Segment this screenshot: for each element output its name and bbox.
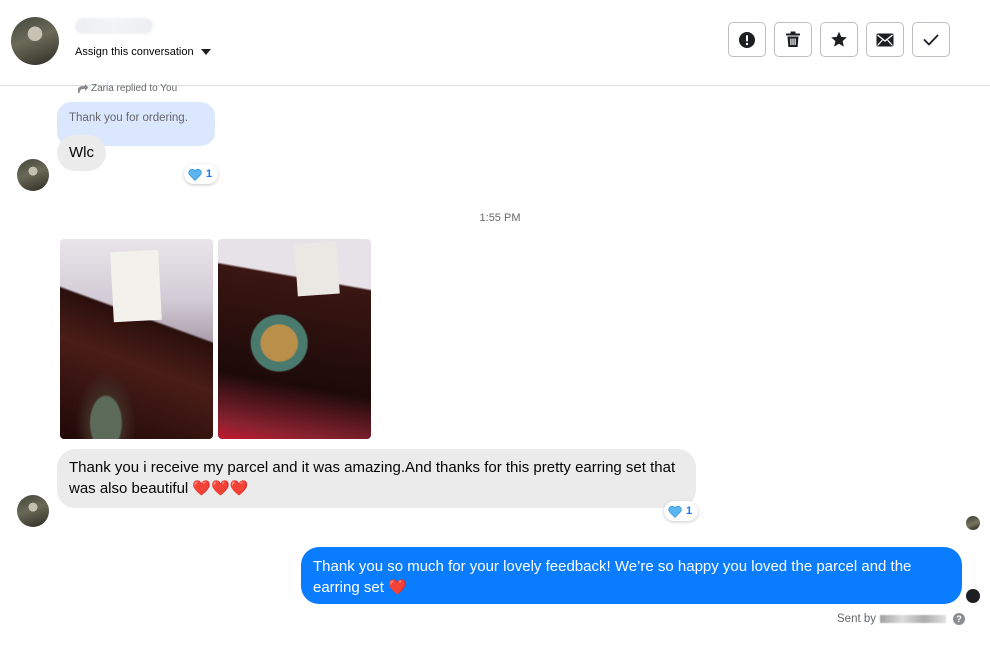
message-bubble-outgoing[interactable]: Thank you so much for your lovely feedba… <box>301 547 962 604</box>
message-text: Thank you i receive my parcel and it was… <box>69 459 676 497</box>
seen-indicator-avatar <box>966 589 980 603</box>
envelope-icon <box>876 33 894 46</box>
reaction-badge[interactable]: 1 <box>664 501 699 521</box>
reply-indicator: Zaria replied to You <box>77 83 177 94</box>
contact-avatar[interactable] <box>11 17 59 65</box>
quoted-text: Thank you for ordering. <box>69 112 188 124</box>
message-timestamp: 1:55 PM <box>479 212 521 224</box>
caret-down-icon <box>200 49 211 55</box>
sender-avatar[interactable] <box>17 159 49 191</box>
product-tag <box>294 241 340 297</box>
mark-unread-button[interactable] <box>866 22 904 57</box>
assign-conversation-dropdown[interactable]: Assign this conversation <box>75 46 211 58</box>
photo-attachment[interactable] <box>218 239 371 439</box>
contact-name-redacted <box>75 18 153 34</box>
photo-attachment[interactable] <box>60 239 213 439</box>
read-receipt-avatar <box>966 516 980 530</box>
assign-label: Assign this conversation <box>75 46 194 58</box>
message-bubble-parcel[interactable]: Thank you i receive my parcel and it was… <box>57 449 696 508</box>
exclamation-circle-icon <box>739 31 755 48</box>
conversation-header: Assign this conversation <box>0 0 990 86</box>
blue-heart-icon <box>188 168 202 181</box>
reaction-badge[interactable]: 1 <box>184 164 219 184</box>
mark-done-button[interactable] <box>912 22 950 57</box>
star-icon <box>831 31 847 47</box>
help-icon[interactable]: ? <box>953 613 965 625</box>
message-text: Thank you so much for your lovely feedba… <box>313 558 912 596</box>
message-text: Wlc <box>69 144 94 161</box>
checkmark-icon <box>923 34 939 45</box>
sender-name-redacted <box>880 615 946 623</box>
sent-by-label: Sent by <box>837 613 876 625</box>
trash-icon <box>786 31 800 47</box>
sent-by-info: Sent by ? <box>837 613 965 625</box>
blue-heart-icon <box>668 505 682 518</box>
reaction-count: 1 <box>206 168 213 180</box>
delete-button[interactable] <box>774 22 812 57</box>
reply-note: Zaria replied to You <box>91 83 178 94</box>
sender-avatar[interactable] <box>17 495 49 527</box>
reaction-count: 1 <box>686 505 693 517</box>
report-button[interactable] <box>728 22 766 57</box>
star-button[interactable] <box>820 22 858 57</box>
product-tag <box>110 249 162 323</box>
action-toolbar <box>728 22 950 57</box>
message-bubble-wlc[interactable]: Wlc <box>57 135 106 171</box>
reply-arrow-icon <box>78 83 89 93</box>
